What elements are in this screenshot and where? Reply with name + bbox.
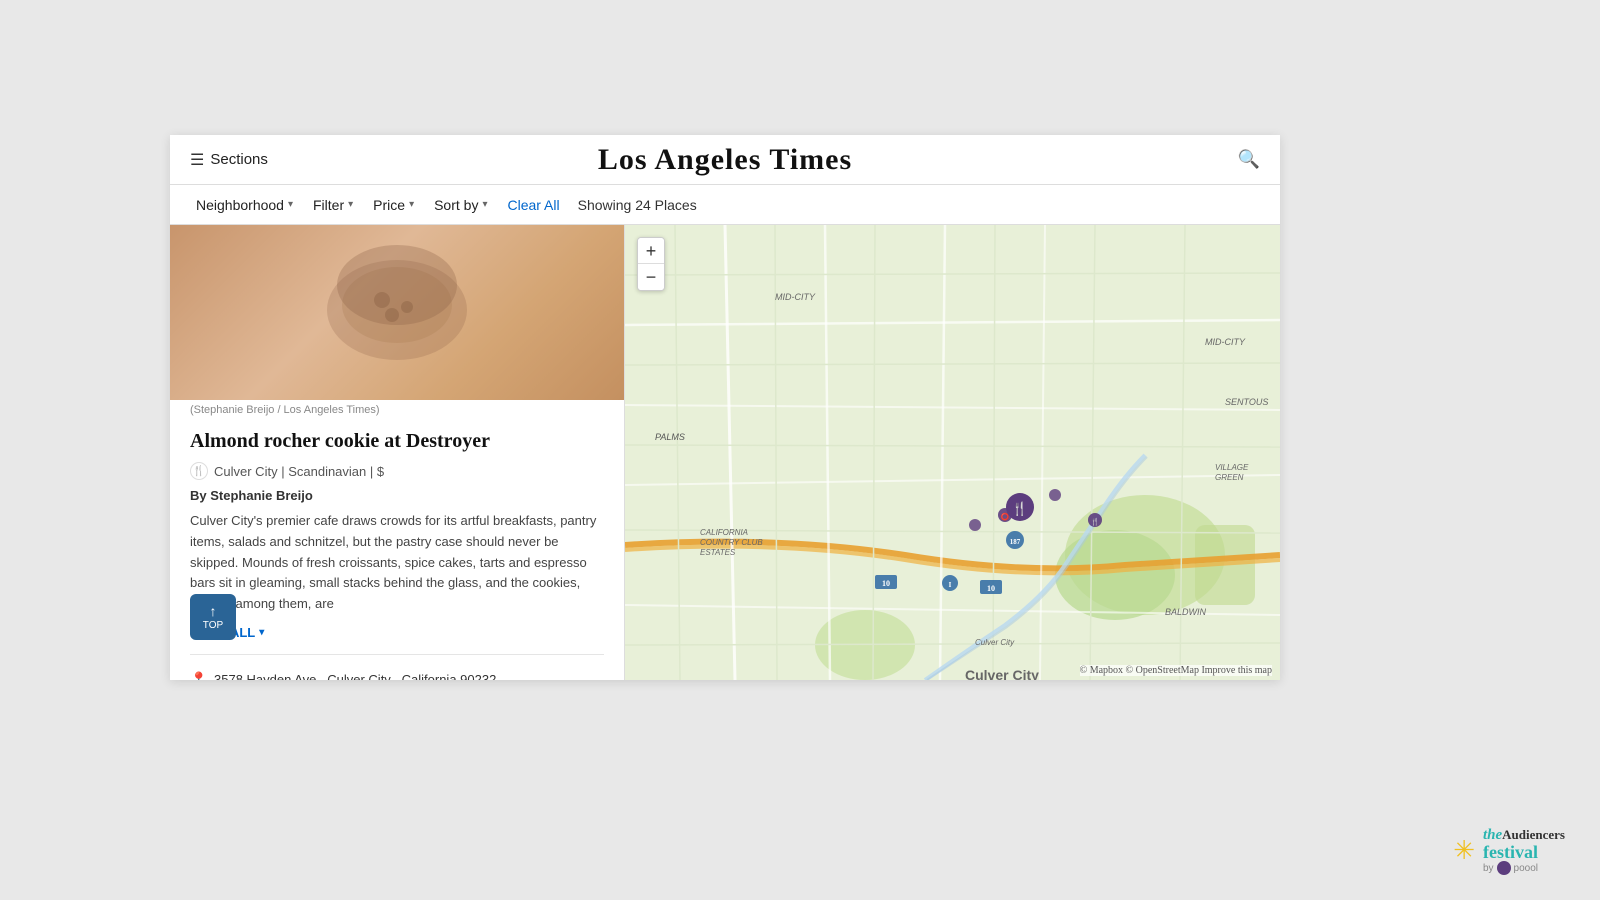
neighborhood-filter-button[interactable]: Neighborhood ▾: [190, 193, 299, 217]
header-left: ☰ Sections: [190, 150, 268, 170]
site-title: Los Angeles Times: [598, 143, 852, 177]
festival-audiencers-label: Audiencers: [1502, 827, 1565, 842]
svg-text:I: I: [949, 581, 952, 589]
sections-label[interactable]: Sections: [210, 151, 268, 168]
top-label: TOP: [203, 620, 223, 631]
main-container: ☰ Sections Los Angeles Times 🔍 Neighborh…: [170, 135, 1280, 680]
meta-separator2: |: [370, 464, 377, 479]
clear-all-button[interactable]: Clear All: [501, 193, 565, 217]
price-filter-label: Price: [373, 197, 405, 213]
neighborhood-filter-label: Neighborhood: [196, 197, 284, 213]
festival-by-label: by: [1483, 863, 1494, 874]
svg-text:MID-CITY: MID-CITY: [775, 292, 816, 302]
header: ☰ Sections Los Angeles Times 🔍: [170, 135, 1280, 185]
article-body: Culver City's premier cafe draws crowds …: [190, 511, 604, 615]
showing-places-label: Showing 24 Places: [578, 197, 697, 213]
svg-text:Culver City: Culver City: [965, 667, 1039, 680]
svg-text:CALIFORNIA: CALIFORNIA: [700, 528, 748, 537]
svg-text:10: 10: [882, 579, 890, 588]
zoom-out-button[interactable]: −: [638, 264, 664, 290]
hamburger-icon[interactable]: ☰: [190, 150, 204, 170]
location-tag: Culver City: [214, 464, 278, 479]
divider: [190, 654, 604, 655]
sort-chevron-icon: ▾: [482, 199, 487, 210]
top-arrow-icon: ↑: [210, 604, 217, 618]
price-tag: $: [377, 464, 384, 479]
content-area: (Stephanie Breijo / Los Angeles Times) A…: [170, 225, 1280, 680]
filter-bar: Neighborhood ▾ Filter ▾ Price ▾ Sort by …: [170, 185, 1280, 225]
svg-text:PALMS: PALMS: [655, 432, 685, 442]
filter-label: Filter: [313, 197, 344, 213]
location-pin-icon: 📍: [190, 671, 206, 680]
svg-text:GREEN: GREEN: [1215, 473, 1244, 482]
article-content: Almond rocher cookie at Destroyer 🍴 Culv…: [170, 420, 624, 680]
restaurant-icon: 🍴: [190, 462, 208, 480]
svg-text:MID-CITY: MID-CITY: [1205, 337, 1246, 347]
address-text: 3578 Hayden Ave., Culver City , Californ…: [214, 672, 496, 680]
svg-text:ESTATES: ESTATES: [700, 548, 736, 557]
meta-tags: Culver City | Scandinavian | $: [214, 464, 384, 479]
neighborhood-chevron-icon: ▾: [288, 199, 293, 210]
address-row: 📍 3578 Hayden Ave., Culver City , Califo…: [190, 663, 604, 680]
festival-the-label: the: [1483, 827, 1502, 843]
price-chevron-icon: ▾: [409, 199, 414, 210]
svg-text:BALDWIN: BALDWIN: [1165, 607, 1207, 617]
festival-asterisk-icon: ✳: [1453, 836, 1475, 866]
read-all-chevron-icon: ▾: [259, 627, 264, 638]
article-title: Almond rocher cookie at Destroyer: [190, 428, 604, 454]
map-panel: 10 10 I 187 PALMS MID-CITY MID-CITY CALI…: [625, 225, 1280, 680]
svg-text:Culver City: Culver City: [975, 638, 1015, 647]
svg-text:187: 187: [1010, 538, 1021, 546]
zoom-in-button[interactable]: +: [638, 238, 664, 264]
map-background: 10 10 I 187 PALMS MID-CITY MID-CITY CALI…: [625, 225, 1280, 680]
food-image: [170, 225, 624, 400]
author-line: By Stephanie Breijo: [190, 488, 604, 503]
map-controls: + −: [637, 237, 665, 291]
food-image-placeholder: [170, 225, 624, 400]
svg-text:COUNTRY CLUB: COUNTRY CLUB: [700, 538, 763, 547]
filter-button[interactable]: Filter ▾: [307, 193, 359, 217]
left-panel: (Stephanie Breijo / Los Angeles Times) A…: [170, 225, 625, 680]
search-button[interactable]: 🔍: [1238, 149, 1260, 170]
festival-poool-label: poool: [1514, 863, 1538, 874]
cuisine-tag: Scandinavian: [288, 464, 366, 479]
festival-badge: ✳ theAudiencers festival by poool: [1453, 827, 1565, 876]
festival-festival-label: festival: [1483, 843, 1565, 861]
map-attribution: © Mapbox © OpenStreetMap Improve this ma…: [1080, 665, 1272, 676]
article-meta: 🍴 Culver City | Scandinavian | $: [190, 462, 604, 480]
svg-text:🍴: 🍴: [1012, 501, 1028, 517]
poool-icon: [1497, 861, 1511, 875]
price-filter-button[interactable]: Price ▾: [367, 193, 420, 217]
photo-credit: (Stephanie Breijo / Los Angeles Times): [170, 400, 624, 420]
sort-by-label: Sort by: [434, 197, 478, 213]
search-icon: 🔍: [1238, 149, 1260, 169]
svg-text:10: 10: [987, 584, 995, 593]
filter-chevron-icon: ▾: [348, 199, 353, 210]
svg-text:🍴: 🍴: [1091, 517, 1100, 526]
header-right: 🔍: [1238, 149, 1260, 170]
svg-text:SENTOUS: SENTOUS: [1225, 397, 1268, 407]
festival-text-block: theAudiencers festival by poool: [1483, 827, 1565, 876]
sort-by-button[interactable]: Sort by ▾: [428, 193, 493, 217]
svg-text:VILLAGE: VILLAGE: [1215, 463, 1249, 472]
back-to-top-button[interactable]: ↑ TOP: [190, 594, 236, 640]
